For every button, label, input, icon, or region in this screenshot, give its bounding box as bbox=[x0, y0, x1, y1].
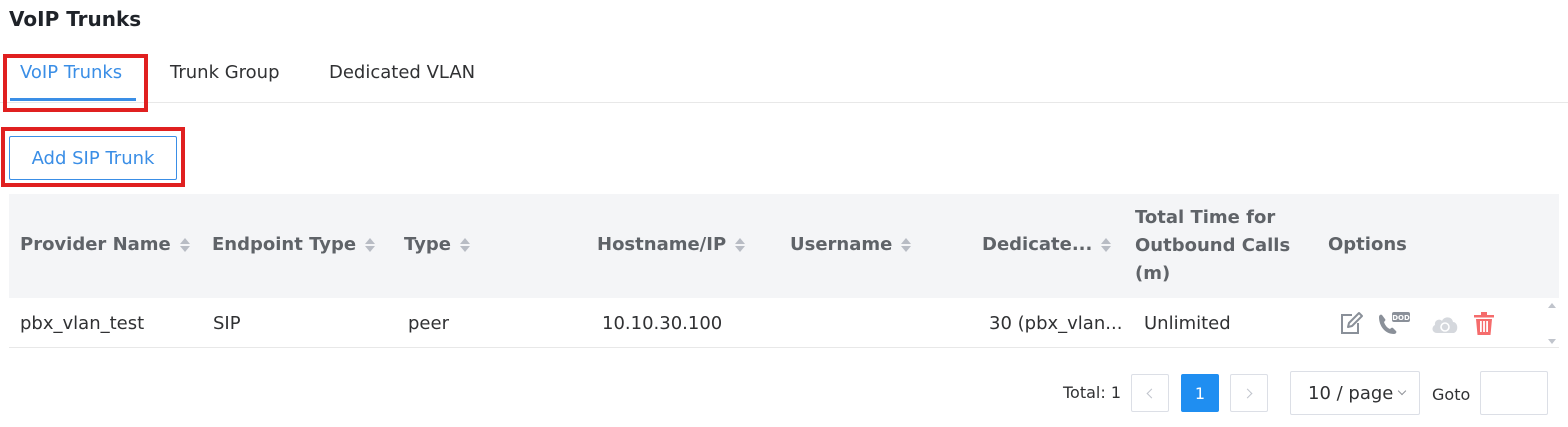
delete-icon[interactable] bbox=[1471, 311, 1497, 337]
page-title: VoIP Trunks bbox=[9, 7, 142, 31]
tab-bar: VoIP Trunks Trunk Group Dedicated VLAN bbox=[0, 52, 1568, 103]
sort-icon[interactable] bbox=[365, 237, 376, 252]
dod-badge-text: DOD bbox=[1392, 314, 1410, 322]
sort-icon[interactable] bbox=[1101, 237, 1112, 252]
cell-endpoint-type: SIP bbox=[213, 313, 241, 334]
table-header: Provider Name Endpoint Type Type Hostnam… bbox=[9, 194, 1559, 298]
page-number-button[interactable]: 1 bbox=[1181, 374, 1219, 412]
column-header-provider-name[interactable]: Provider Name bbox=[20, 234, 190, 255]
sort-icon[interactable] bbox=[735, 237, 746, 252]
edit-icon[interactable] bbox=[1338, 311, 1364, 337]
table-row: pbx_vlan_test SIP peer 10.10.30.100 30 (… bbox=[9, 299, 1559, 348]
sort-icon[interactable] bbox=[179, 237, 190, 252]
column-header-dedicated[interactable]: Dedicate... bbox=[982, 234, 1112, 255]
highlight-box-add-button bbox=[1, 127, 185, 187]
cell-dedicated: 30 (pbx_vlan... bbox=[989, 313, 1123, 334]
chevron-down-icon bbox=[1398, 386, 1407, 396]
dod-icon[interactable]: DOD bbox=[1375, 311, 1411, 337]
sort-icon[interactable] bbox=[459, 237, 470, 252]
page-size-select[interactable]: 10 / page bbox=[1290, 371, 1420, 415]
column-header-options: Options bbox=[1328, 234, 1407, 255]
column-header-total-time: Total Time for Outbound Calls (m) bbox=[1135, 207, 1291, 284]
cell-hostname: 10.10.30.100 bbox=[602, 313, 723, 334]
column-header-endpoint-type[interactable]: Endpoint Type bbox=[212, 234, 376, 255]
chevron-left-icon bbox=[1146, 388, 1157, 398]
cell-provider-name: pbx_vlan_test bbox=[20, 313, 145, 334]
cell-total-time: Unlimited bbox=[1144, 313, 1231, 334]
scroll-down-arrow[interactable] bbox=[1548, 339, 1556, 344]
column-header-hostname[interactable]: Hostname/IP bbox=[597, 234, 746, 255]
tab-trunk-group[interactable]: Trunk Group bbox=[170, 62, 280, 83]
cloud-sync-icon bbox=[1429, 311, 1461, 337]
chevron-right-icon bbox=[1242, 388, 1253, 398]
sort-icon[interactable] bbox=[901, 237, 912, 252]
goto-page-input[interactable] bbox=[1480, 371, 1548, 415]
goto-label: Goto bbox=[1432, 385, 1471, 404]
column-header-username[interactable]: Username bbox=[790, 234, 912, 255]
next-page-button[interactable] bbox=[1230, 374, 1268, 412]
scroll-up-arrow[interactable] bbox=[1548, 303, 1556, 308]
total-count: Total: 1 bbox=[1063, 383, 1122, 402]
tab-dedicated-vlan[interactable]: Dedicated VLAN bbox=[329, 62, 475, 83]
cell-type: peer bbox=[408, 313, 449, 334]
column-header-type[interactable]: Type bbox=[404, 234, 470, 255]
prev-page-button[interactable] bbox=[1131, 374, 1169, 412]
highlight-box-tab bbox=[3, 54, 148, 112]
